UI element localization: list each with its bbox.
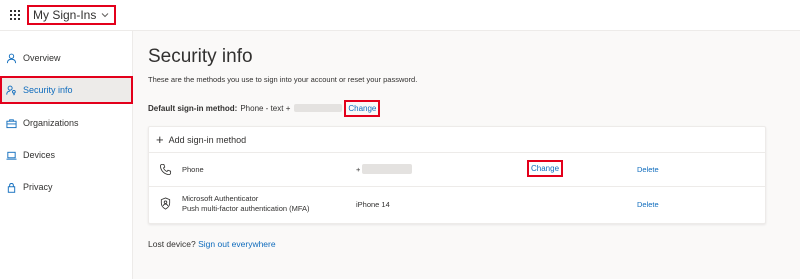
sidebar-item-organizations[interactable]: Organizations — [0, 109, 133, 137]
page-title: Security info — [148, 46, 253, 67]
sidebar: Overview Security info Organizations Dev… — [0, 31, 133, 279]
sign-out-everywhere-link[interactable]: Sign out everywhere — [198, 239, 276, 249]
lock-icon — [7, 182, 16, 193]
lost-device-text: Lost device? — [148, 239, 196, 249]
sidebar-item-overview[interactable]: Overview — [0, 44, 133, 72]
sidebar-item-label: Privacy — [23, 182, 53, 192]
laptop-icon — [6, 151, 17, 160]
method-name-block: Microsoft Authenticator Push multi-facto… — [182, 194, 310, 214]
method-value: + — [356, 164, 413, 174]
redacted-phone-number — [362, 164, 413, 174]
phone-prefix: + — [356, 164, 361, 174]
chevron-down-icon — [102, 13, 109, 18]
add-sign-in-method-label: Add sign-in method — [168, 134, 247, 145]
method-name: Microsoft Authenticator — [182, 194, 259, 203]
sidebar-item-privacy[interactable]: Privacy — [0, 173, 133, 201]
sign-in-methods-card: + Add sign-in method Phone + Change Dele… — [148, 126, 766, 224]
change-phone-link[interactable]: Change — [527, 160, 564, 177]
method-row-authenticator: Microsoft Authenticator Push multi-facto… — [149, 187, 765, 221]
method-value: iPhone 14 — [356, 200, 390, 209]
delete-authenticator-link[interactable]: Delete — [637, 200, 659, 209]
default-method-label: Default sign-in method: — [148, 103, 238, 113]
person-icon — [6, 53, 17, 63]
sidebar-item-label: Devices — [23, 150, 56, 160]
sidebar-item-security-info[interactable]: Security info — [0, 76, 133, 104]
person-key-icon — [6, 85, 16, 95]
app-title: My Sign-Ins — [33, 8, 97, 22]
top-bar: My Sign-Ins — [0, 0, 800, 31]
method-name: Phone — [182, 165, 204, 174]
default-sign-in-method: Default sign-in method: Phone - text + C… — [148, 99, 381, 117]
main-content: Security info These are the methods you … — [148, 31, 768, 279]
method-row-phone: Phone + Change Delete — [149, 153, 765, 187]
phone-icon — [159, 163, 172, 176]
app-launcher-icon[interactable] — [0, 0, 30, 31]
default-method-value: Phone - text + — [240, 103, 291, 113]
plus-icon: + — [156, 132, 164, 147]
redacted-phone-number — [294, 104, 343, 112]
authenticator-icon — [160, 197, 171, 210]
app-title-dropdown[interactable]: My Sign-Ins — [27, 5, 117, 25]
change-default-method-link[interactable]: Change — [344, 99, 381, 117]
sidebar-item-label: Overview — [23, 53, 61, 63]
add-sign-in-method-button[interactable]: + Add sign-in method — [149, 127, 765, 153]
method-subname: Push multi-factor authentication (MFA) — [182, 204, 310, 213]
sidebar-item-label: Organizations — [23, 118, 79, 128]
briefcase-icon — [6, 118, 17, 128]
sidebar-item-devices[interactable]: Devices — [0, 141, 133, 169]
page-subtitle: These are the methods you use to sign in… — [148, 75, 418, 84]
lost-device-row: Lost device? Sign out everywhere — [148, 239, 276, 249]
delete-phone-link[interactable]: Delete — [637, 165, 659, 174]
sidebar-item-label: Security info — [23, 85, 73, 95]
